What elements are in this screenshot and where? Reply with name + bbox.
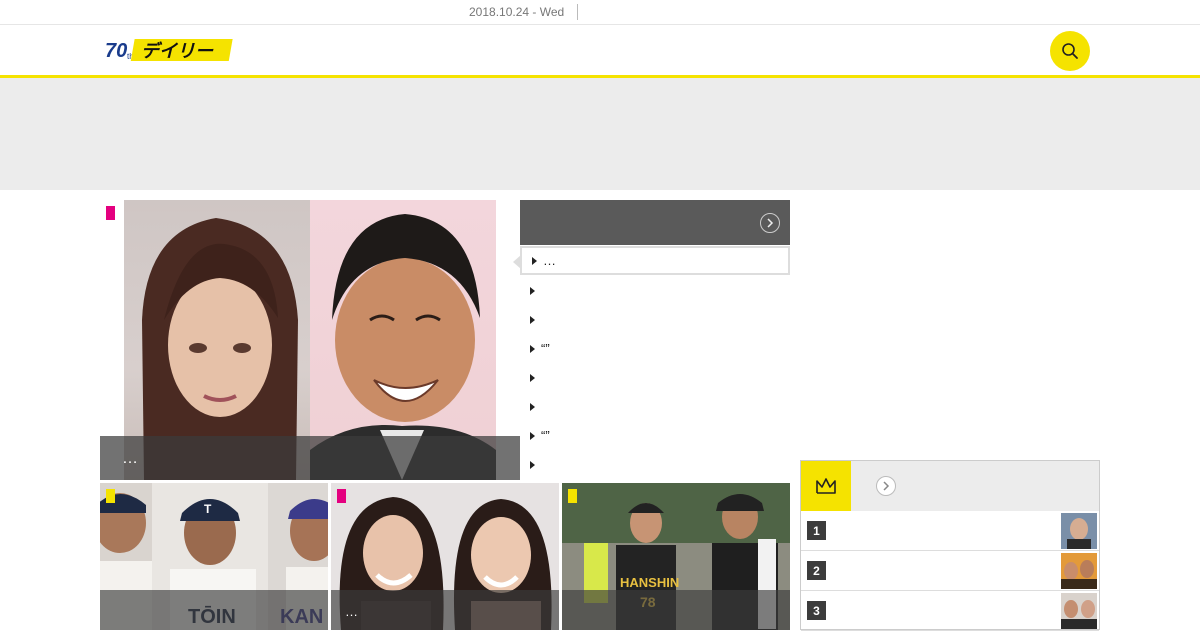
ranking-thumbnail [1061, 513, 1097, 549]
ad-banner-area [0, 78, 1200, 190]
rank-number: 1 [807, 521, 826, 540]
headline-text: … [543, 253, 556, 268]
bullet-icon [530, 373, 535, 382]
svg-text:HANSHIN: HANSHIN [620, 575, 679, 590]
bullet-icon [530, 460, 535, 469]
headline-text: “” [541, 341, 550, 356]
ranking-panel: 1 2 3 [800, 460, 1100, 631]
headline-item[interactable] [520, 363, 790, 392]
ranking-thumbnail [1061, 593, 1097, 629]
ranking-thumbnail [1061, 553, 1097, 589]
bullet-icon [530, 286, 535, 295]
crown-icon [816, 478, 836, 494]
crown-badge [801, 461, 851, 511]
bullet-icon [532, 256, 537, 265]
hero-article[interactable]: … [100, 200, 520, 480]
headline-item[interactable] [520, 276, 790, 305]
chevron-right-icon [883, 481, 890, 491]
category-tag [106, 489, 115, 503]
ranking-more-button[interactable] [876, 476, 896, 496]
svg-text:T: T [204, 502, 212, 516]
headline-text: “” [541, 428, 550, 443]
site-logo[interactable]: 70 th デイリー [105, 37, 235, 63]
site-header: 70 th デイリー [0, 25, 1200, 78]
bullet-icon [530, 344, 535, 353]
ranking-item[interactable]: 3 [801, 591, 1099, 631]
article-caption [100, 590, 328, 630]
headline-item[interactable] [520, 450, 790, 479]
article-caption: … [331, 590, 559, 630]
ranking-item[interactable]: 2 [801, 551, 1099, 591]
date-divider [577, 4, 578, 20]
hero-caption[interactable]: … [100, 436, 520, 480]
headline-item[interactable]: … [513, 246, 790, 275]
search-icon [1062, 43, 1078, 59]
bullet-icon [530, 402, 535, 411]
article-card[interactable]: T TŌIN KAN [100, 483, 328, 630]
date-bar: 2018.10.24 - Wed [0, 0, 1200, 25]
headline-list: … “” “” [513, 200, 790, 480]
svg-text:70: 70 [105, 40, 127, 62]
headline-item[interactable]: “” [520, 334, 790, 363]
logo-wordmark: デイリー [141, 41, 214, 62]
rank-number: 2 [807, 561, 826, 580]
article-card[interactable]: … [331, 483, 559, 630]
headline-item[interactable] [520, 305, 790, 334]
headline-item[interactable] [520, 392, 790, 421]
current-date: 2018.10.24 - Wed [469, 5, 565, 19]
category-tag [106, 206, 115, 220]
headline-list-header [520, 200, 790, 245]
headline-item[interactable]: “” [520, 421, 790, 450]
search-button[interactable] [1050, 31, 1090, 71]
chevron-right-icon [767, 218, 774, 228]
bullet-icon [530, 431, 535, 440]
ranking-item[interactable]: 1 [801, 511, 1099, 551]
rank-number: 3 [807, 601, 826, 620]
category-tag [337, 489, 346, 503]
bullet-icon [530, 315, 535, 324]
category-tag [568, 489, 577, 503]
article-caption [562, 590, 790, 630]
ranking-header [801, 461, 1099, 511]
more-button[interactable] [760, 213, 780, 233]
article-card[interactable]: HANSHIN 78 [562, 483, 790, 630]
